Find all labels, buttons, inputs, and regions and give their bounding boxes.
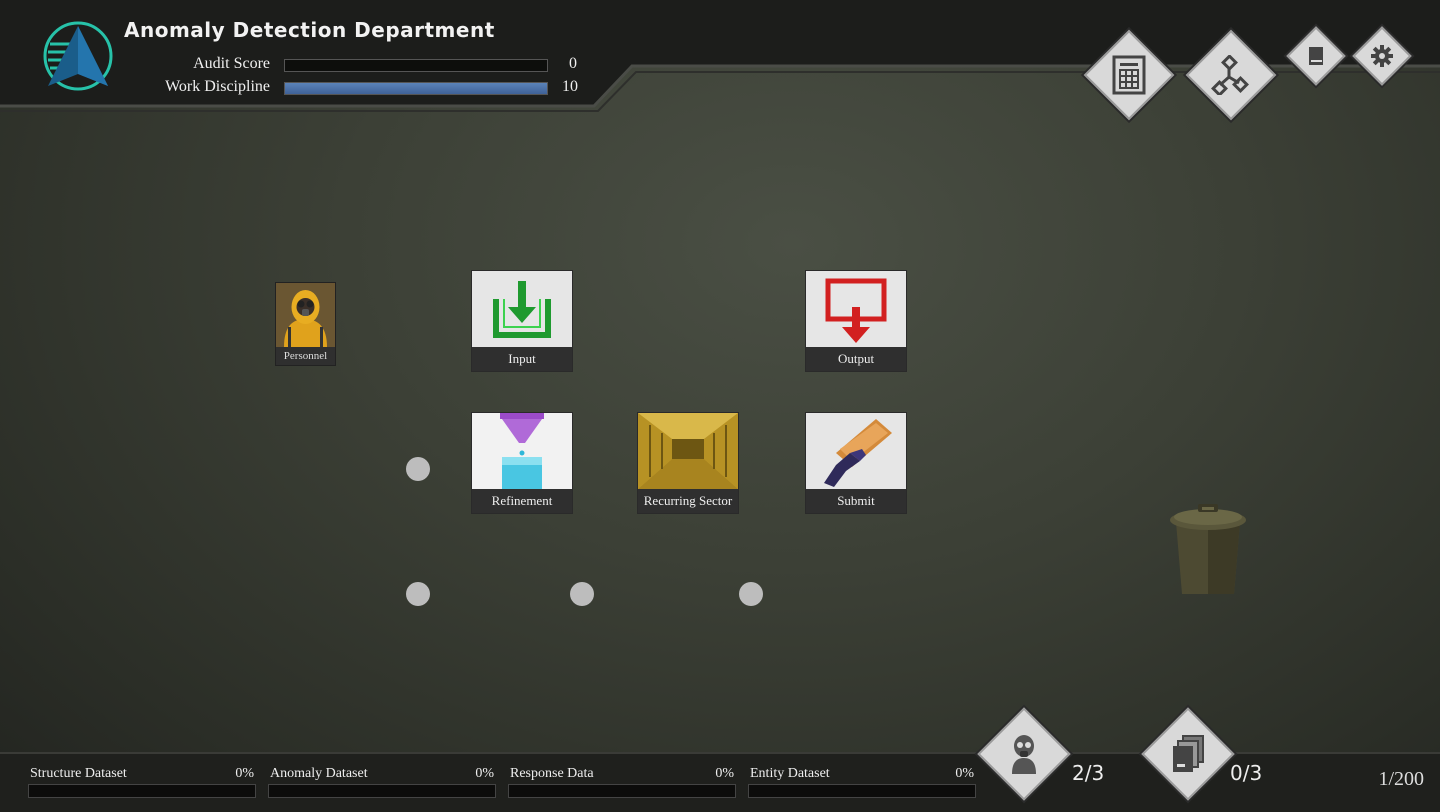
page-counter: 1/200 [1378,768,1424,790]
submit-tile[interactable]: Submit [805,412,907,514]
workflow-button[interactable] [1185,29,1277,121]
dataset-progress-bar [748,784,976,798]
documents-pool-button[interactable] [1141,707,1235,801]
dataset-name: Response Data [510,766,594,781]
empty-slot[interactable] [570,582,594,606]
audit-score-bar [284,59,548,72]
recurring-sector-label: Recurring Sector [638,489,738,513]
work-discipline-fill [285,83,547,94]
department-title: Anomaly Detection Department [124,18,495,42]
work-discipline-bar [284,82,548,95]
audit-score-value: 0 [569,55,577,72]
personnel-card[interactable]: Personnel [275,282,336,366]
output-tile[interactable]: Output [805,270,907,372]
documents-count: 0/3 [1230,761,1263,785]
output-arrow-icon [825,278,887,343]
work-discipline-value: 10 [562,78,578,95]
recurring-sector-tile[interactable]: Recurring Sector [637,412,739,514]
flowchart-icon [1211,55,1249,95]
personnel-count: 2/3 [1072,761,1105,785]
dataset-percent: 0% [715,766,734,781]
input-arrow-icon [493,281,551,338]
empty-slot[interactable] [739,582,763,606]
personnel-label: Personnel [276,347,335,365]
refinement-tile[interactable]: Refinement [471,412,573,514]
empty-slot[interactable] [406,582,430,606]
documents-button[interactable] [1083,29,1175,121]
manual-button[interactable] [1286,26,1346,86]
output-label: Output [806,347,906,371]
dataset-name: Anomaly Dataset [270,766,368,781]
submit-folder-icon [824,419,892,487]
document-grid-icon [1112,55,1146,95]
dataset-percent: 0% [955,766,974,781]
empty-slot[interactable] [406,457,430,481]
department-logo [43,21,113,91]
dataset-name: Structure Dataset [30,766,127,781]
settings-button[interactable] [1352,26,1412,86]
dataset-percent: 0% [475,766,494,781]
personnel-pool-button[interactable] [977,707,1071,801]
input-label: Input [472,347,572,371]
dataset-name: Entity Dataset [750,766,830,781]
book-icon [1309,47,1323,65]
dataset-progress-bar [268,784,496,798]
dataset-progress-bar [508,784,736,798]
gas-mask-icon [1012,735,1036,774]
hazmat-worker-icon [276,283,335,347]
refinement-label: Refinement [472,489,572,513]
refinement-funnel-icon [472,413,572,489]
gear-icon [1371,45,1393,67]
stacked-documents-icon [1173,735,1204,772]
trash-can-icon[interactable] [1166,500,1250,600]
corridor-icon [638,413,738,489]
input-tile[interactable]: Input [471,270,573,372]
work-discipline-label: Work Discipline [165,78,270,95]
submit-label: Submit [806,489,906,513]
dataset-progress-bar [28,784,256,798]
dataset-percent: 0% [235,766,254,781]
audit-score-label: Audit Score [193,55,270,72]
